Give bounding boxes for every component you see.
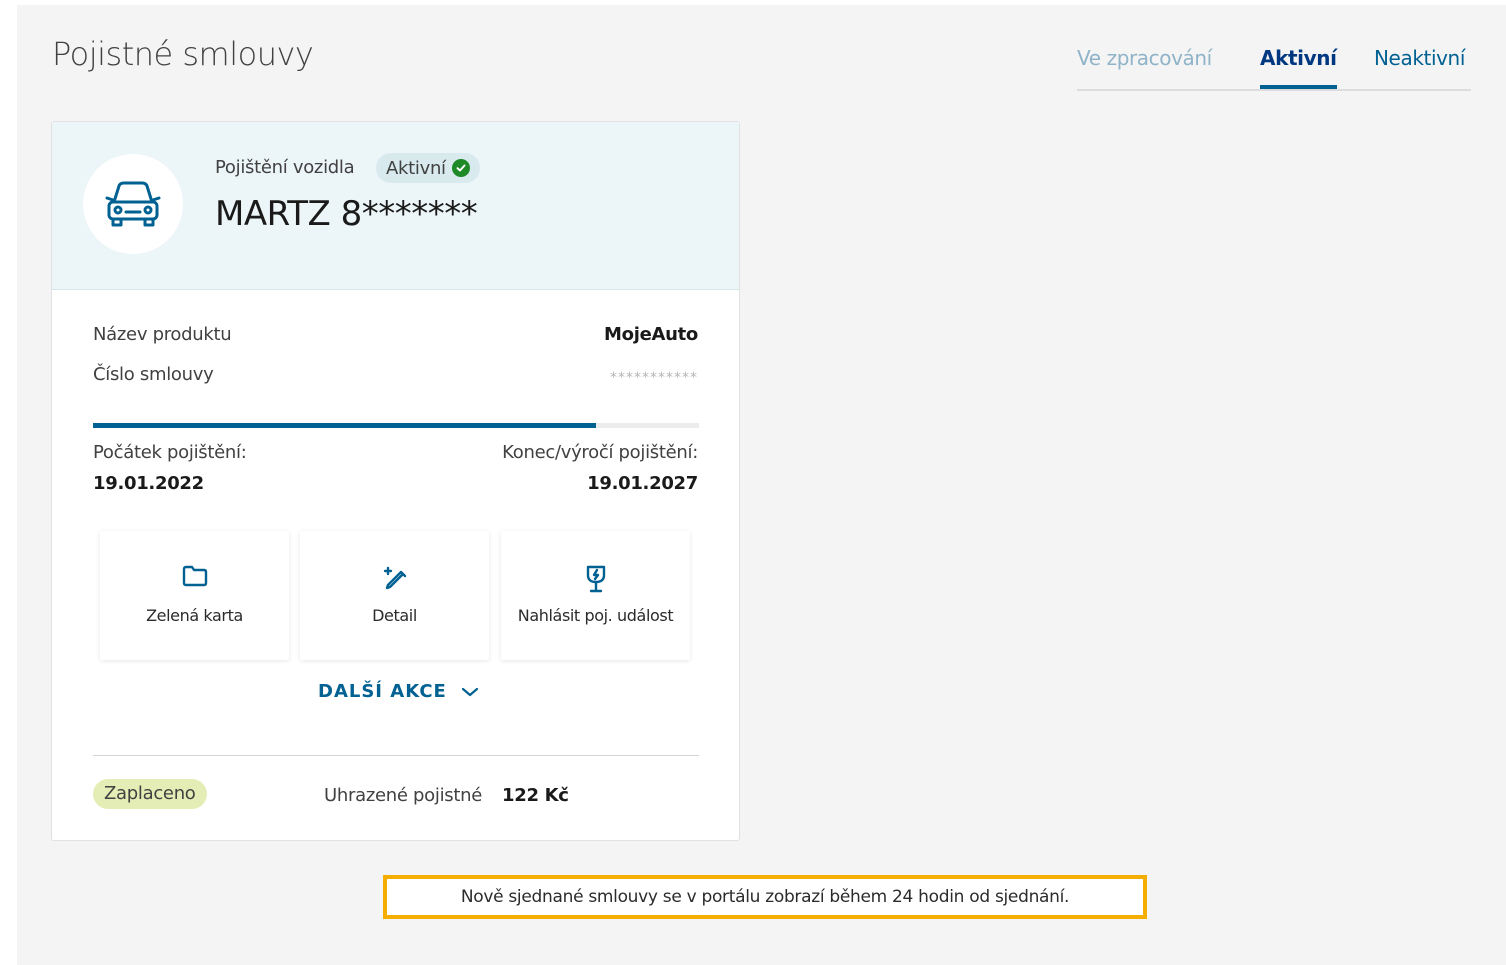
insurance-type: Pojištění vozidla: [215, 157, 355, 178]
contract-card: Pojištění vozidla Aktivní MARTZ 8*******…: [51, 121, 740, 841]
contract-number-label: Číslo smlouvy: [93, 364, 214, 385]
edit-icon: [300, 564, 489, 592]
vehicle-plate: MARTZ 8*******: [215, 194, 478, 234]
contract-progress-bar: [93, 423, 699, 428]
chevron-down-icon: [461, 687, 478, 696]
report-claim-label: Nahlásit poj. událost: [517, 606, 674, 625]
divider: [93, 755, 699, 756]
contract-number-value: ***********: [610, 370, 698, 386]
payment-status-badge: Zaplaceno: [93, 779, 207, 809]
car-icon: [105, 181, 161, 227]
premium-value: 122 Kč: [502, 785, 569, 806]
new-contracts-notice: Nově sjednané smlouvy se v portálu zobra…: [383, 875, 1147, 919]
status-badge: Aktivní: [376, 153, 480, 183]
contract-card-header: Pojištění vozidla Aktivní MARTZ 8*******: [52, 122, 739, 290]
green-card-button[interactable]: Zelená karta: [100, 531, 289, 660]
more-actions-label: DALŠÍ AKCE: [318, 681, 447, 702]
page-title: Pojistné smlouvy: [52, 35, 314, 73]
content-panel: Pojistné smlouvy Ve zpracování Aktivní N…: [17, 5, 1506, 965]
more-actions-toggle[interactable]: DALŠÍ AKCE: [318, 681, 479, 702]
report-claim-button[interactable]: Nahlásit poj. událost: [501, 531, 690, 660]
end-date-value: 19.01.2027: [587, 473, 698, 494]
tab-active[interactable]: Aktivní: [1260, 43, 1337, 89]
product-name-label: Název produktu: [93, 324, 232, 345]
product-name-value: MojeAuto: [604, 324, 698, 345]
green-card-label: Zelená karta: [146, 606, 243, 625]
report-claim-icon: [501, 564, 690, 594]
tab-inactive[interactable]: Neaktivní: [1374, 43, 1465, 87]
end-date-label: Konec/výročí pojištění:: [502, 442, 698, 463]
contract-tabs: Ve zpracování Aktivní Neaktivní: [1077, 43, 1471, 91]
folder-icon: [100, 564, 289, 588]
start-date-value: 19.01.2022: [93, 473, 204, 494]
check-circle-icon: [451, 159, 470, 177]
vehicle-avatar: [83, 154, 183, 254]
detail-button[interactable]: Detail: [300, 531, 489, 660]
status-label: Aktivní: [386, 157, 446, 179]
start-date-label: Počátek pojištění:: [93, 442, 247, 463]
premium-label: Uhrazené pojistné: [324, 785, 482, 806]
quick-actions: Zelená karta Detail Nahlásit poj. událos…: [100, 531, 692, 661]
tab-in-progress[interactable]: Ve zpracování: [1077, 43, 1212, 87]
detail-label: Detail: [372, 606, 417, 625]
contract-progress-fill: [93, 423, 596, 428]
